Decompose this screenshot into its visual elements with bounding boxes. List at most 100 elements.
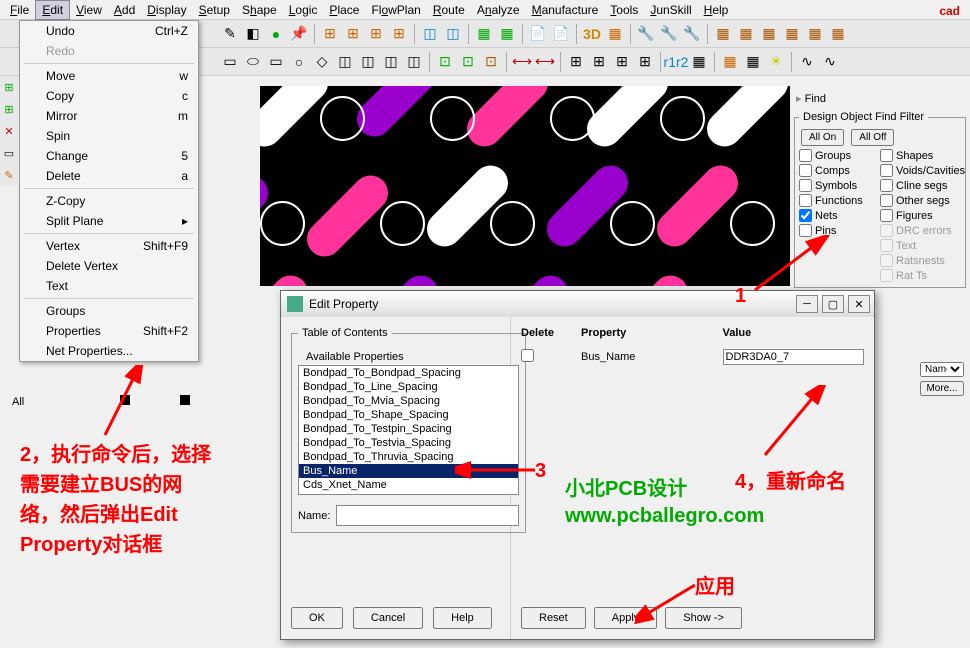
menu-manufacture[interactable]: Manufacture bbox=[526, 1, 605, 19]
color-swatch[interactable] bbox=[180, 395, 190, 405]
mi-zcopy[interactable]: Z-Copy bbox=[20, 191, 198, 211]
mi-text[interactable]: Text bbox=[20, 276, 198, 296]
delete-checkbox[interactable] bbox=[521, 349, 534, 362]
mi-delete[interactable]: Deletea bbox=[20, 166, 198, 186]
left-icon[interactable]: ✕ bbox=[0, 120, 18, 142]
tb-icon[interactable]: ▦ bbox=[497, 24, 517, 44]
menu-tools[interactable]: Tools bbox=[604, 1, 644, 19]
menu-add[interactable]: Add bbox=[108, 1, 141, 19]
tb-icon[interactable]: ▦ bbox=[743, 52, 763, 72]
tb-icon[interactable]: 🔧 bbox=[682, 24, 702, 44]
menu-file[interactable]: File bbox=[4, 1, 35, 19]
property-listbox[interactable]: Bondpad_To_Bondpad_SpacingBondpad_To_Lin… bbox=[298, 365, 519, 495]
apply-button[interactable]: Apply bbox=[594, 607, 658, 629]
tb-shape-icon[interactable]: ◫ bbox=[381, 52, 401, 72]
help-button[interactable]: Help bbox=[433, 607, 492, 629]
tb-icon[interactable]: ⊞ bbox=[343, 24, 363, 44]
tb-shape-icon[interactable]: ◫ bbox=[404, 52, 424, 72]
tb-shape-icon[interactable]: ◇ bbox=[312, 52, 332, 72]
mi-net-properties[interactable]: Net Properties... bbox=[20, 341, 198, 361]
tb-icon[interactable]: 📄 bbox=[528, 24, 548, 44]
menu-edit[interactable]: Edit bbox=[35, 0, 70, 20]
tb-icon[interactable]: ⊡ bbox=[435, 52, 455, 72]
color-swatch[interactable] bbox=[120, 395, 130, 405]
menu-help[interactable]: Help bbox=[698, 1, 735, 19]
mi-spin[interactable]: Spin bbox=[20, 126, 198, 146]
filter-groups[interactable]: Groups bbox=[799, 148, 880, 163]
pcb-canvas[interactable] bbox=[260, 86, 790, 286]
tb-icon[interactable]: 📄 bbox=[551, 24, 571, 44]
tb-icon[interactable]: ▦ bbox=[605, 24, 625, 44]
left-icon[interactable]: ▭ bbox=[0, 142, 18, 164]
tb-shape-icon[interactable]: ◫ bbox=[335, 52, 355, 72]
left-icon[interactable]: ⊞ bbox=[0, 98, 18, 120]
mi-change[interactable]: Change5 bbox=[20, 146, 198, 166]
tb-3d-icon[interactable]: 3D bbox=[582, 24, 602, 44]
mi-copy[interactable]: Copyc bbox=[20, 86, 198, 106]
menu-junskill[interactable]: JunSkill bbox=[644, 1, 697, 19]
tb-icon[interactable]: ⊞ bbox=[612, 52, 632, 72]
tb-icon[interactable]: r1r2 bbox=[666, 52, 686, 72]
tb-icon[interactable]: ⊞ bbox=[389, 24, 409, 44]
tb-icon[interactable]: ▦ bbox=[782, 24, 802, 44]
filter-functions[interactable]: Functions bbox=[799, 193, 880, 208]
maximize-button[interactable]: ▢ bbox=[822, 295, 844, 313]
mi-properties[interactable]: PropertiesShift+F2 bbox=[20, 321, 198, 341]
tb-shape-icon[interactable]: ○ bbox=[289, 52, 309, 72]
menu-route[interactable]: Route bbox=[427, 1, 471, 19]
tb-icon[interactable]: ⊞ bbox=[566, 52, 586, 72]
close-button[interactable]: ✕ bbox=[848, 295, 870, 313]
tb-icon[interactable]: ∿ bbox=[820, 52, 840, 72]
value-input[interactable] bbox=[723, 349, 865, 365]
name-input[interactable] bbox=[336, 505, 519, 526]
left-icon[interactable]: ⊞ bbox=[0, 76, 18, 98]
tb-icon[interactable]: ⊞ bbox=[366, 24, 386, 44]
ok-button[interactable]: OK bbox=[291, 607, 343, 629]
tb-icon[interactable]: ⟷ bbox=[535, 52, 555, 72]
minimize-button[interactable]: ─ bbox=[796, 295, 818, 313]
tb-icon[interactable]: ✎ bbox=[220, 24, 240, 44]
tb-icon[interactable]: ◫ bbox=[420, 24, 440, 44]
filter-other-segs[interactable]: Other segs bbox=[880, 193, 961, 208]
tb-icon[interactable]: 🔧 bbox=[636, 24, 656, 44]
prop-item[interactable]: Bus_Name bbox=[299, 464, 518, 478]
tb-icon[interactable]: ⊡ bbox=[458, 52, 478, 72]
cancel-button[interactable]: Cancel bbox=[353, 607, 423, 629]
tb-shape-icon[interactable]: ▭ bbox=[220, 52, 240, 72]
mi-undo[interactable]: UndoCtrl+Z bbox=[20, 21, 198, 41]
tb-icon[interactable]: ▦ bbox=[759, 24, 779, 44]
menu-place[interactable]: Place bbox=[323, 1, 365, 19]
tb-icon[interactable]: ▦ bbox=[474, 24, 494, 44]
reset-button[interactable]: Reset bbox=[521, 607, 586, 629]
menu-shape[interactable]: Shape bbox=[236, 1, 283, 19]
more-button[interactable]: More... bbox=[920, 381, 964, 396]
prop-item[interactable]: Bondpad_To_Line_Spacing bbox=[299, 380, 518, 394]
tb-icon[interactable]: ⟷ bbox=[512, 52, 532, 72]
mi-delete-vertex[interactable]: Delete Vertex bbox=[20, 256, 198, 276]
menu-analyze[interactable]: Analyze bbox=[471, 1, 526, 19]
all-on-button[interactable]: All On bbox=[801, 129, 844, 146]
dialog-titlebar[interactable]: Edit Property bbox=[281, 291, 874, 317]
tb-icon[interactable]: ▦ bbox=[805, 24, 825, 44]
filter-comps[interactable]: Comps bbox=[799, 163, 880, 178]
menu-view[interactable]: View bbox=[70, 1, 108, 19]
prop-item[interactable]: Cds_Xnet_Name bbox=[299, 478, 518, 492]
tb-icon[interactable]: ▦ bbox=[689, 52, 709, 72]
menu-flowplan[interactable]: FlowPlan bbox=[365, 1, 426, 19]
tb-icon[interactable]: ● bbox=[266, 24, 286, 44]
tb-icon[interactable]: ⊞ bbox=[635, 52, 655, 72]
prop-item[interactable]: Bondpad_To_Mvia_Spacing bbox=[299, 394, 518, 408]
tb-shape-icon[interactable]: ◫ bbox=[358, 52, 378, 72]
tb-icon[interactable]: 🔧 bbox=[659, 24, 679, 44]
tb-icon[interactable]: ▦ bbox=[720, 52, 740, 72]
tb-icon[interactable]: ∿ bbox=[797, 52, 817, 72]
menu-logic[interactable]: Logic bbox=[283, 1, 324, 19]
prop-item[interactable]: Bondpad_To_Bondpad_Spacing bbox=[299, 366, 518, 380]
tb-icon[interactable]: ◫ bbox=[443, 24, 463, 44]
tb-icon[interactable]: ☀ bbox=[766, 52, 786, 72]
name-select[interactable]: Name bbox=[920, 362, 964, 377]
tb-icon[interactable]: ⊞ bbox=[589, 52, 609, 72]
tb-shape-icon[interactable]: ▭ bbox=[266, 52, 286, 72]
prop-item[interactable]: Bondpad_To_Thruvia_Spacing bbox=[299, 450, 518, 464]
mi-mirror[interactable]: Mirrorm bbox=[20, 106, 198, 126]
